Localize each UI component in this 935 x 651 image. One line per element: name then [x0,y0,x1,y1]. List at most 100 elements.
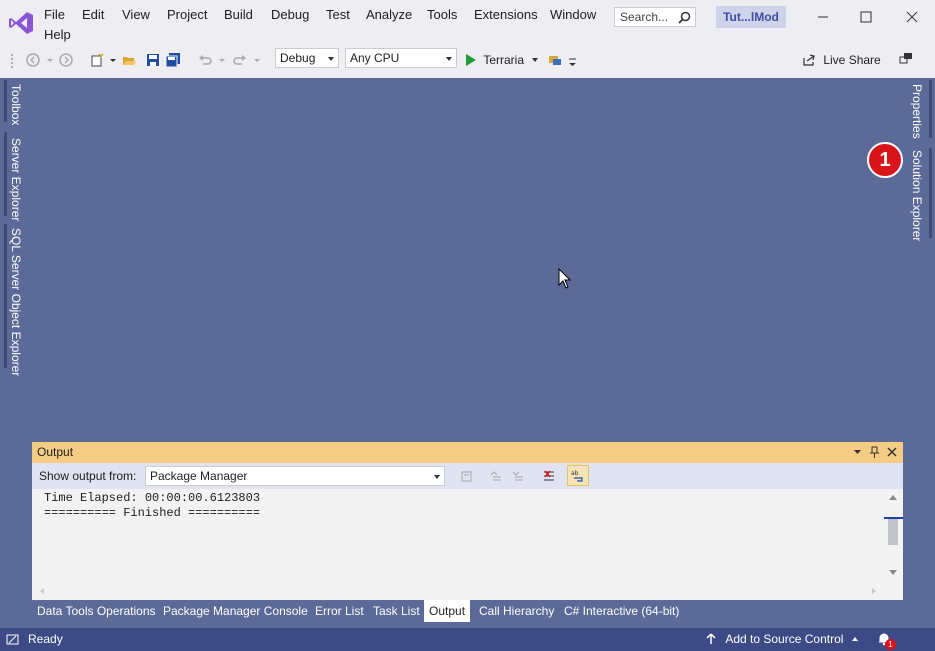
output-line: Time Elapsed: 00:00:00.6123803 [44,491,261,505]
menu-build[interactable]: Build [224,7,253,23]
notification-badge: 1 [885,639,896,650]
menu-window[interactable]: Window [550,7,596,23]
live-share-button[interactable]: Live Share [802,50,881,70]
undo-icon[interactable] [198,53,212,67]
undo-dropdown-icon[interactable] [215,53,229,67]
back-dropdown-icon[interactable] [43,53,57,67]
menu-project[interactable]: Project [167,7,207,23]
tab-task-list[interactable]: Task List [368,600,425,622]
menu-file[interactable]: File [44,7,65,23]
play-icon [466,54,476,66]
chevron-down-icon [446,57,452,61]
side-tab-server-explorer[interactable]: Server Explorer [9,138,23,221]
output-source-label: Show output from: [39,469,137,483]
navigate-forward-icon[interactable] [59,53,73,67]
toolbar: Debug Any CPU Terraria Live Share [0,44,935,77]
mouse-cursor-icon [558,268,572,289]
side-tab-solution-explorer[interactable]: Solution Explorer [910,150,924,241]
output-status-icon [6,634,19,645]
output-source-dropdown[interactable]: Package Manager [145,466,445,486]
tab-call-hierarchy[interactable]: Call Hierarchy [474,600,559,622]
svg-text:ab: ab [571,470,579,477]
start-debugging-button[interactable]: Terraria [466,50,539,70]
scrollbar-thumb[interactable] [888,519,898,545]
output-text-area[interactable]: Time Elapsed: 00:00:00.6123803 =========… [32,489,903,600]
menu-tools[interactable]: Tools [427,7,457,23]
previous-message-icon[interactable] [489,469,503,483]
chevron-up-icon [851,637,858,641]
chevron-down-icon [434,475,440,479]
next-message-icon[interactable] [511,469,525,483]
chevron-down-icon [328,57,334,61]
solution-name-badge[interactable]: Tut...lMod [716,6,786,28]
output-source-value: Package Manager [150,469,248,483]
menu-analyze[interactable]: Analyze [366,7,412,23]
feedback-icon[interactable] [899,52,913,66]
tab-error-list[interactable]: Error List [310,600,369,622]
live-share-icon [803,54,815,66]
toolbar-grip-icon [11,54,13,68]
title-bar: File Edit View Project Build Debug Test … [0,0,935,44]
tab-indicator [929,148,932,238]
close-icon[interactable] [903,8,921,26]
search-placeholder: Search... [620,10,669,24]
scroll-right-icon[interactable] [870,587,878,595]
browser-link-icon[interactable] [548,53,562,67]
scroll-up-icon[interactable] [888,493,898,501]
save-all-icon[interactable] [166,53,180,67]
new-project-icon[interactable] [90,53,104,67]
menu-view[interactable]: View [122,7,150,23]
side-tab-properties[interactable]: Properties [910,84,924,139]
panel-options-icon[interactable] [853,448,862,457]
notifications-button[interactable]: 1 [877,631,901,650]
tab-package-manager-console[interactable]: Package Manager Console [158,600,313,622]
clear-all-icon[interactable] [542,469,556,483]
tab-output[interactable]: Output [424,600,471,622]
menu-debug[interactable]: Debug [271,7,309,23]
menu-edit[interactable]: Edit [82,7,104,23]
search-input[interactable]: Search... [614,7,696,27]
maximize-icon[interactable] [857,8,875,26]
navigate-back-icon[interactable] [26,53,40,67]
tab-indicator [929,80,932,138]
tab-csharp-interactive[interactable]: C# Interactive (64-bit) [559,600,684,622]
output-vertical-scrollbar[interactable] [883,489,903,600]
redo-dropdown-icon[interactable] [250,53,264,67]
output-toolbar: Show output from: Package Manager ab [32,463,903,489]
arrow-up-icon [706,633,716,644]
output-panel-title: Output [37,445,74,459]
scroll-left-icon[interactable] [38,587,46,595]
platform-value: Any CPU [350,51,400,65]
run-target-label: Terraria [483,53,525,67]
annotation-marker: 1 [867,142,903,178]
live-share-label: Live Share [823,53,881,67]
output-panel-header: Output [32,442,903,463]
toggle-word-wrap-button[interactable]: ab [567,465,589,486]
menu-help[interactable]: Help [44,27,71,43]
menu-extensions[interactable]: Extensions [474,7,538,23]
tab-indicator [4,80,7,122]
toolbar-overflow-icon[interactable] [566,57,580,71]
redo-icon[interactable] [233,53,247,67]
configuration-dropdown[interactable]: Debug [275,48,339,68]
tab-indicator [4,224,7,368]
configuration-value: Debug [280,51,316,65]
save-icon[interactable] [146,53,160,67]
new-project-dropdown-icon[interactable] [106,53,120,67]
find-message-icon[interactable] [459,469,473,483]
side-tab-toolbox[interactable]: Toolbox [9,84,23,125]
menu-test[interactable]: Test [326,7,350,23]
open-file-icon[interactable] [122,53,136,67]
source-control-label: Add to Source Control [725,632,844,646]
close-panel-icon[interactable] [887,447,897,457]
scroll-down-icon[interactable] [888,569,898,577]
add-to-source-control-button[interactable]: Add to Source Control [706,632,859,646]
output-line: ========== Finished ========== [44,506,261,520]
status-text: Ready [28,632,63,646]
pin-icon[interactable] [870,446,879,458]
side-tab-sql-server-object-explorer[interactable]: SQL Server Object Explorer [9,228,23,376]
minimize-icon[interactable] [814,8,832,26]
status-bar: Ready Add to Source Control 1 [0,628,935,651]
tab-data-tools-operations[interactable]: Data Tools Operations [32,600,161,622]
platform-dropdown[interactable]: Any CPU [345,48,457,68]
